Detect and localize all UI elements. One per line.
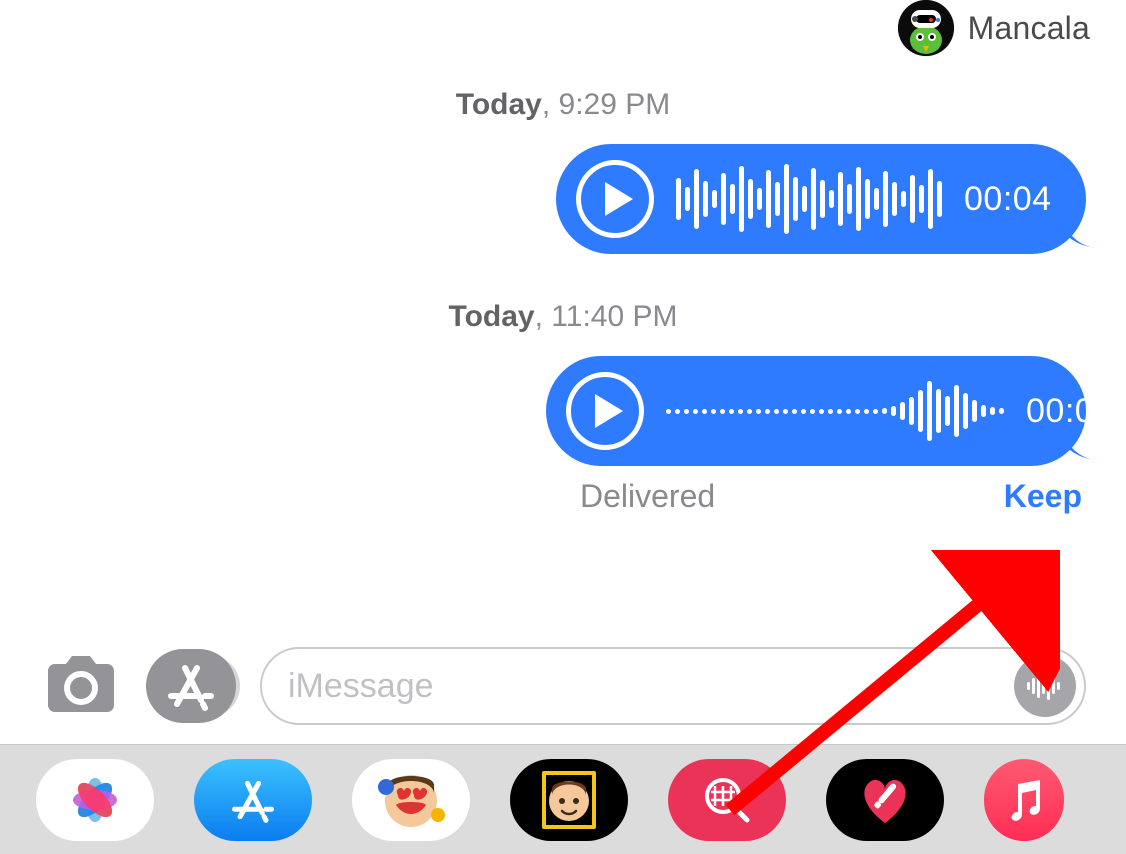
record-audio-button[interactable] — [1014, 655, 1076, 717]
waveform — [676, 164, 942, 234]
timestamp-sep: , — [542, 88, 559, 121]
app-hashtag-images[interactable] — [668, 759, 786, 841]
app-digital-touch[interactable] — [826, 759, 944, 841]
timestamp-sep: , — [535, 300, 552, 333]
app-memoji[interactable] — [352, 759, 470, 841]
audio-message-bubble[interactable]: 00:04 — [556, 144, 1086, 254]
message-input-wrap — [260, 647, 1086, 725]
timestamp: Today, 9:29 PM — [40, 88, 1086, 122]
conversation-view: Today, 9:29 PM 00:04 Today, 11:40 PM 00:… — [0, 58, 1126, 635]
audio-duration: 00:04 — [964, 180, 1052, 219]
play-button[interactable] — [566, 372, 644, 450]
app-store-button[interactable] — [146, 649, 236, 723]
app-photos[interactable] — [36, 759, 154, 841]
message-input[interactable] — [288, 667, 1014, 706]
app-music[interactable] — [984, 759, 1064, 841]
camera-button[interactable] — [40, 655, 122, 717]
keep-button[interactable]: Keep — [1004, 478, 1082, 515]
app-store[interactable] — [194, 759, 312, 841]
compose-bar — [40, 643, 1086, 729]
timestamp: Today, 11:40 PM — [40, 300, 1086, 334]
play-button[interactable] — [576, 160, 654, 238]
imessage-app-strip[interactable] — [0, 744, 1126, 854]
audio-duration: 00:05 — [1026, 392, 1114, 431]
delivered-label: Delivered — [40, 478, 1004, 515]
app-animoji[interactable] — [510, 759, 628, 841]
game-pigeon-icon — [898, 0, 954, 56]
waveform — [666, 376, 1004, 446]
game-pigeon-label: Mancala — [968, 10, 1090, 47]
game-pigeon-chip[interactable]: Mancala — [898, 0, 1090, 56]
audio-message-bubble[interactable]: 00:05 — [546, 356, 1086, 466]
message-status-row: Delivered Keep — [40, 478, 1086, 515]
